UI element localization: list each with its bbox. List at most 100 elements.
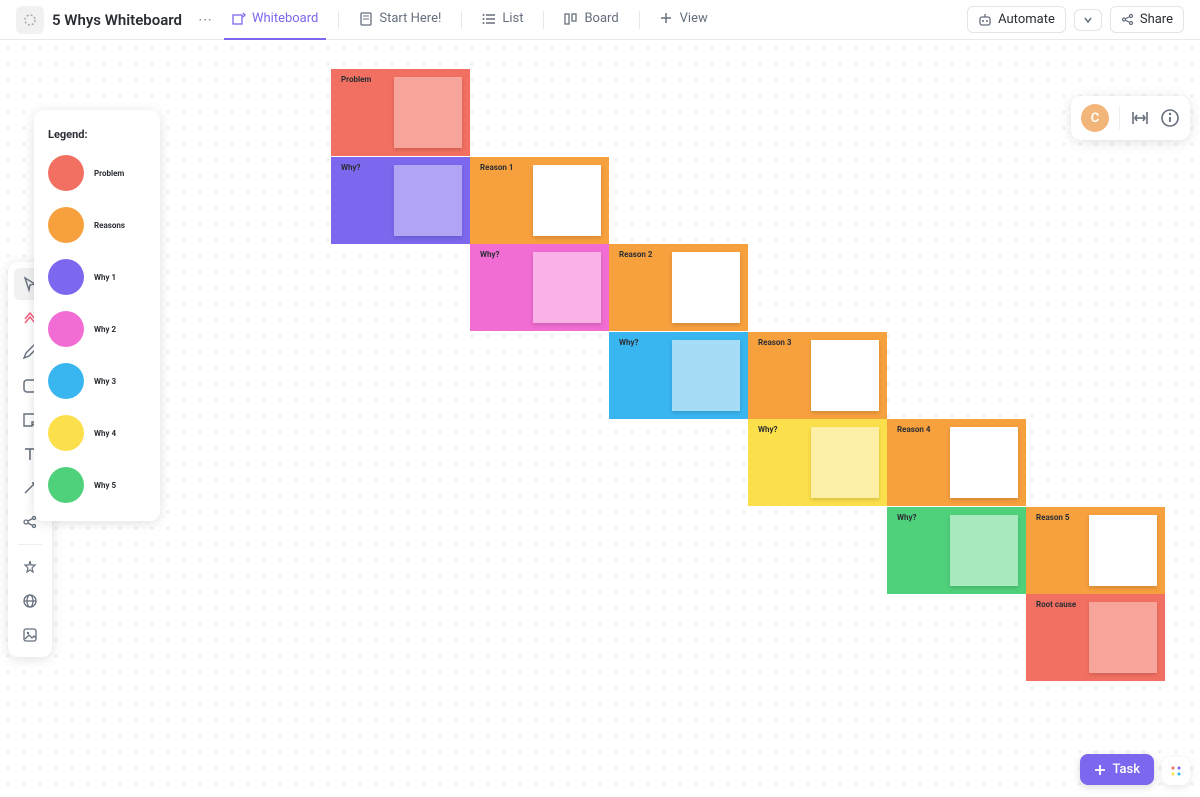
task-label: Task [1112, 762, 1140, 777]
card-rootcause[interactable]: Root cause [1026, 594, 1165, 681]
card-why1[interactable]: Why? [331, 157, 470, 244]
legend-title: Legend: [48, 128, 146, 141]
legend-label: Why 3 [94, 377, 116, 386]
web-tool[interactable] [14, 585, 46, 617]
sticky-note[interactable] [811, 427, 879, 498]
tab-label: View [680, 11, 708, 26]
card-label: Why? [480, 250, 500, 259]
tab-list[interactable]: List [474, 0, 531, 40]
card-problem[interactable]: Problem [331, 69, 470, 156]
canvas-controls: C [1071, 96, 1190, 140]
legend-label: Why 5 [94, 481, 116, 490]
automate-dropdown[interactable] [1074, 9, 1102, 31]
legend-item: Why 5 [48, 467, 146, 503]
tab-label: Start Here! [379, 11, 441, 26]
tab-whiteboard[interactable]: Whiteboard [224, 0, 326, 40]
card-label: Reason 5 [1036, 513, 1069, 522]
effects-tool[interactable] [14, 551, 46, 583]
card-reason4[interactable]: Reason 4 [887, 419, 1026, 506]
card-label: Problem [341, 75, 371, 84]
card-reason1[interactable]: Reason 1 [470, 157, 609, 244]
sticky-note[interactable] [533, 252, 601, 323]
sticky-note[interactable] [672, 252, 740, 323]
task-button[interactable]: Task [1080, 754, 1154, 785]
sticky-note[interactable] [533, 165, 601, 236]
legend-item: Why 3 [48, 363, 146, 399]
separator [1119, 106, 1120, 130]
legend-item: Why 2 [48, 311, 146, 347]
sticky-note[interactable] [394, 77, 462, 148]
card-why5[interactable]: Why? [887, 507, 1026, 594]
divider [461, 11, 462, 29]
board-icon [564, 12, 578, 26]
sticky-note[interactable] [950, 427, 1018, 498]
card-why3[interactable]: Why? [609, 332, 748, 419]
legend-label: Problem [94, 169, 124, 178]
avatar[interactable]: C [1081, 104, 1109, 132]
more-icon[interactable]: ⋯ [194, 12, 216, 28]
legend-circle [48, 259, 84, 295]
card-reason5[interactable]: Reason 5 [1026, 507, 1165, 594]
card-reason2[interactable]: Reason 2 [609, 244, 748, 331]
card-label: Reason 1 [480, 163, 513, 172]
image-tool[interactable] [14, 619, 46, 651]
tab-label: List [502, 11, 523, 26]
tab-board[interactable]: Board [556, 0, 626, 40]
divider [338, 11, 339, 29]
doc-menu-icon[interactable] [16, 6, 44, 34]
card-why2[interactable]: Why? [470, 244, 609, 331]
legend-circle [48, 155, 84, 191]
fit-width-icon[interactable] [1130, 108, 1150, 128]
card-why4[interactable]: Why? [748, 419, 887, 506]
sticky-note[interactable] [1089, 515, 1157, 586]
robot-icon [978, 13, 992, 27]
tab-start-here[interactable]: Start Here! [351, 0, 449, 40]
legend-item: Reasons [48, 207, 146, 243]
legend-circle [48, 207, 84, 243]
legend-item: Problem [48, 155, 146, 191]
card-label: Why? [758, 425, 778, 434]
whiteboard-canvas[interactable]: + Legend: Problem Reasons Why 1 Why 2 Wh… [0, 40, 1200, 797]
info-icon[interactable] [1160, 108, 1180, 128]
legend-circle [48, 467, 84, 503]
sticky-note[interactable] [811, 340, 879, 411]
share-button[interactable]: Share [1110, 6, 1184, 33]
legend-item: Why 4 [48, 415, 146, 451]
share-icon [1121, 13, 1134, 26]
legend-label: Reasons [94, 221, 125, 230]
plus-icon [660, 12, 674, 26]
header: 5 Whys Whiteboard ⋯ Whiteboard Start Her… [0, 0, 1200, 40]
sticky-note[interactable] [672, 340, 740, 411]
sticky-note[interactable] [1089, 602, 1157, 673]
sticky-note[interactable] [950, 515, 1018, 586]
doc-icon [359, 12, 373, 26]
legend-label: Why 2 [94, 325, 116, 334]
legend-label: Why 4 [94, 429, 116, 438]
card-label: Reason 2 [619, 250, 652, 259]
card-label: Reason 4 [897, 425, 930, 434]
tab-add-view[interactable]: View [652, 0, 716, 40]
legend-item: Why 1 [48, 259, 146, 295]
card-label: Reason 3 [758, 338, 791, 347]
legend-circle [48, 415, 84, 451]
divider [543, 11, 544, 29]
toolbar-separator [18, 544, 42, 545]
card-reason3[interactable]: Reason 3 [748, 332, 887, 419]
legend-label: Why 1 [94, 273, 116, 282]
apps-button[interactable] [1162, 757, 1190, 785]
share-label: Share [1140, 12, 1173, 27]
card-label: Why? [897, 513, 917, 522]
card-label: Root cause [1036, 600, 1076, 609]
list-icon [482, 12, 496, 26]
tab-label: Board [584, 11, 618, 26]
whiteboard-icon [232, 12, 246, 26]
tab-label: Whiteboard [252, 11, 318, 26]
divider [639, 11, 640, 29]
page-title: 5 Whys Whiteboard [52, 11, 182, 29]
legend-panel[interactable]: Legend: Problem Reasons Why 1 Why 2 Why … [34, 110, 160, 521]
automate-button[interactable]: Automate [967, 6, 1066, 33]
automate-label: Automate [998, 12, 1055, 27]
card-label: Why? [619, 338, 639, 347]
sticky-note[interactable] [394, 165, 462, 236]
plus-icon [1094, 764, 1106, 776]
